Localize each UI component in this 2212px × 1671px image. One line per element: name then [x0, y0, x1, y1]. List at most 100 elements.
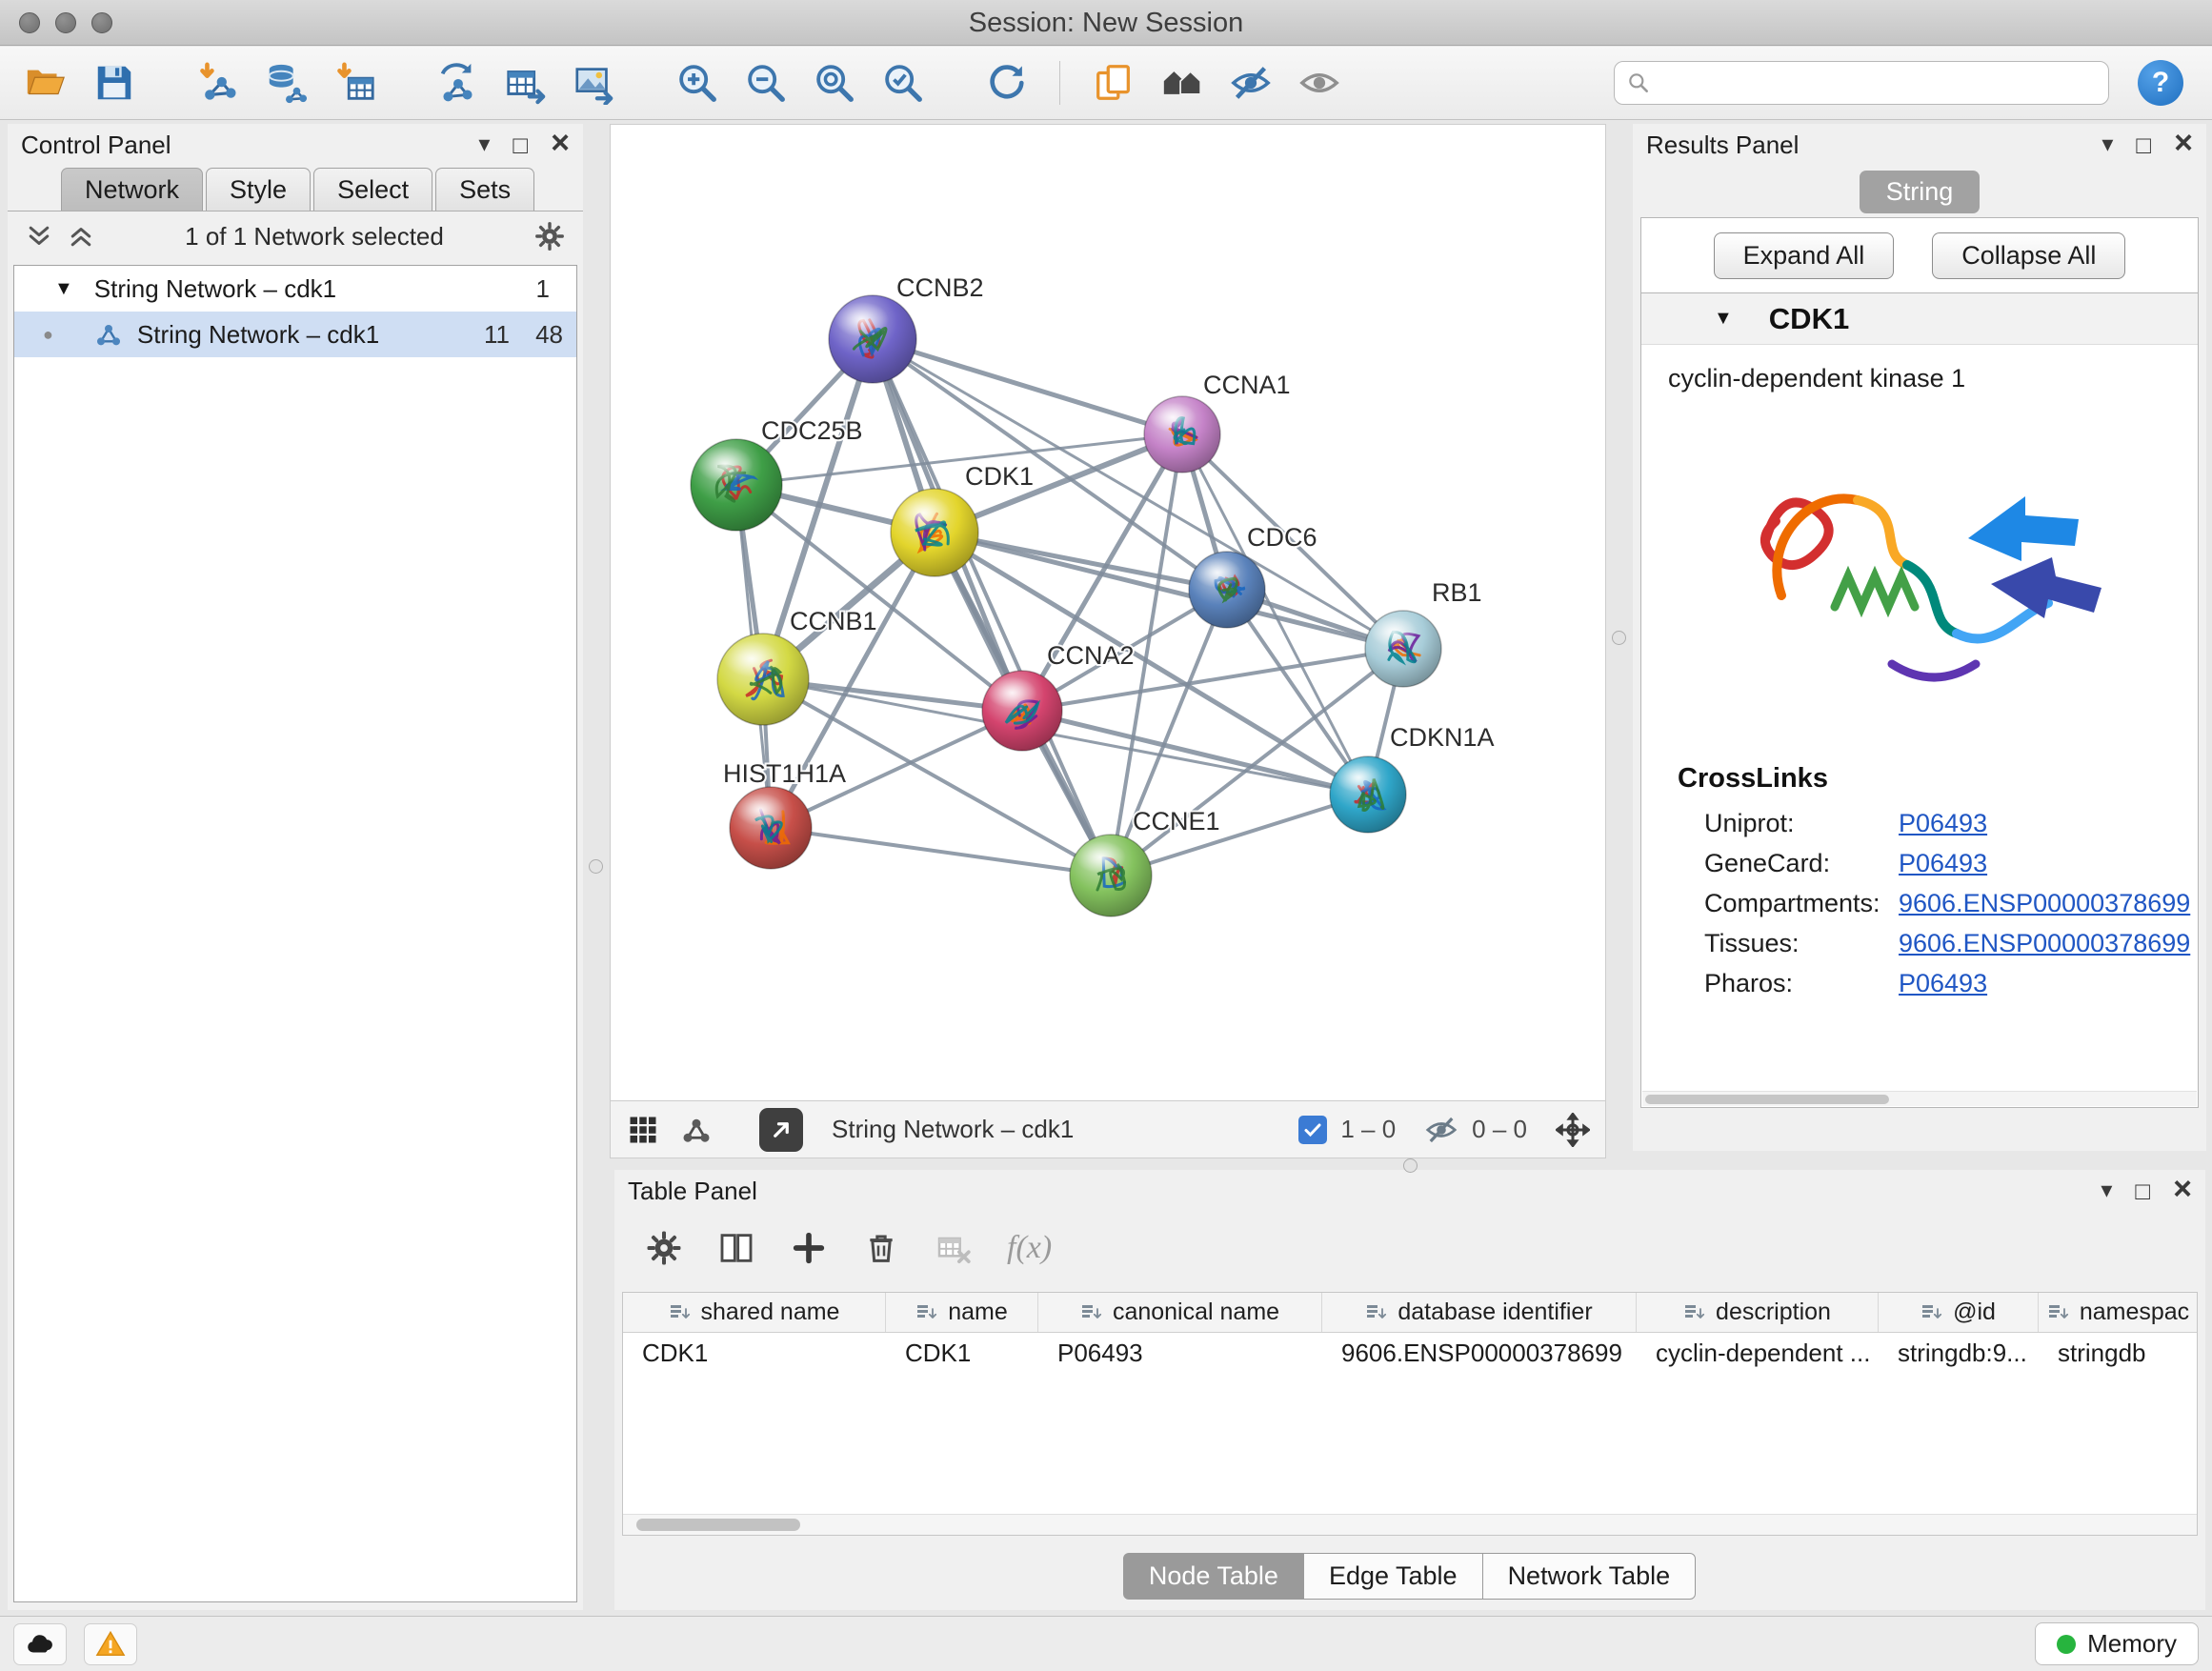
close-window-button[interactable]: [19, 12, 40, 33]
network-node-CCNB1[interactable]: CCNB1: [717, 607, 877, 725]
zoom-out-button[interactable]: [735, 53, 796, 112]
help-button[interactable]: ?: [2138, 60, 2183, 106]
tab-node-table[interactable]: Node Table: [1123, 1553, 1304, 1600]
memory-button[interactable]: Memory: [2035, 1622, 2199, 1665]
tab-select[interactable]: Select: [313, 168, 432, 211]
network-node-CCNA1[interactable]: CCNA1: [1144, 371, 1291, 473]
refresh-button[interactable]: [975, 53, 1036, 112]
expand-all-icon[interactable]: [67, 222, 95, 251]
horizontal-splitter-handle[interactable]: [1403, 1158, 1418, 1173]
column-header-description[interactable]: description: [1637, 1293, 1879, 1332]
network-options-gear-icon[interactable]: [533, 220, 566, 252]
import-table-button[interactable]: [324, 53, 385, 112]
collapse-all-button[interactable]: Collapse All: [1932, 232, 2125, 279]
export-image-button[interactable]: [564, 53, 625, 112]
network-node-CCNE1[interactable]: CCNE1: [1070, 807, 1220, 916]
results-hscrollbar[interactable]: [1642, 1091, 2197, 1106]
scrollbar-thumb[interactable]: [636, 1519, 800, 1531]
table-settings-gear-icon[interactable]: [645, 1229, 683, 1267]
warnings-button[interactable]: [84, 1623, 137, 1665]
vertical-splitter-handle[interactable]: [1612, 631, 1626, 645]
tab-network-table[interactable]: Network Table: [1482, 1553, 1697, 1600]
crosslink-value-link[interactable]: 9606.ENSP00000378699: [1899, 929, 2190, 958]
import-network-database-button[interactable]: [255, 53, 316, 112]
table-row[interactable]: CDK1CDK1P064939606.ENSP00000378699cyclin…: [623, 1333, 2197, 1373]
crosslink-value-link[interactable]: P06493: [1899, 969, 1987, 998]
tree-expander-icon[interactable]: ▼: [54, 278, 73, 300]
tab-network[interactable]: Network: [61, 168, 203, 211]
clone-network-button[interactable]: [427, 53, 488, 112]
save-session-button[interactable]: [84, 53, 145, 112]
export-view-button[interactable]: [759, 1108, 803, 1152]
crosslink-value-link[interactable]: P06493: [1899, 809, 1987, 838]
home-views-button[interactable]: [1152, 53, 1213, 112]
search-input[interactable]: [1659, 69, 2097, 98]
close-panel-icon[interactable]: ×: [551, 127, 570, 159]
float-panel-icon[interactable]: □: [513, 132, 528, 157]
network-node-CDK1[interactable]: CDK1: [891, 462, 1034, 576]
panel-menu-icon[interactable]: ▾: [2101, 1179, 2112, 1202]
column-header-shared-name[interactable]: shared name: [623, 1293, 886, 1332]
node-table[interactable]: shared namenamecanonical namedatabase id…: [622, 1292, 2198, 1536]
column-header-name[interactable]: name: [886, 1293, 1038, 1332]
close-panel-icon[interactable]: ×: [2174, 127, 2193, 159]
column-header-canonical-name[interactable]: canonical name: [1038, 1293, 1322, 1332]
panel-menu-icon[interactable]: ▾: [2101, 133, 2113, 156]
column-header--id[interactable]: @id: [1879, 1293, 2039, 1332]
import-network-file-button[interactable]: [187, 53, 248, 112]
export-table-button[interactable]: [495, 53, 556, 112]
selected-count: 1 – 0: [1340, 1115, 1396, 1144]
network-edge[interactable]: [873, 339, 1182, 434]
minimize-window-button[interactable]: [55, 12, 76, 33]
float-panel-icon[interactable]: □: [2135, 1178, 2150, 1203]
function-builder-button[interactable]: f(x): [1007, 1230, 1052, 1266]
protein-section-header[interactable]: ▼ CDK1: [1641, 293, 2198, 345]
tab-sets[interactable]: Sets: [435, 168, 534, 211]
hidden-eye-slash-icon[interactable]: [1424, 1113, 1458, 1147]
network-node-HIST1H1A[interactable]: HIST1H1A: [723, 759, 846, 869]
network-label: String Network – cdk1: [137, 320, 379, 350]
zoom-fit-button[interactable]: [804, 53, 865, 112]
float-panel-icon[interactable]: □: [2136, 132, 2151, 157]
add-column-icon[interactable]: [790, 1229, 828, 1267]
column-header-namespac[interactable]: namespac: [2039, 1293, 2198, 1332]
scrollbar-thumb[interactable]: [1645, 1095, 1889, 1104]
network-selection-row: 1 of 1 Network selected: [8, 211, 583, 261]
tab-string[interactable]: String: [1860, 171, 1981, 213]
zoom-selected-button[interactable]: [873, 53, 934, 112]
table-hscrollbar[interactable]: [623, 1514, 2197, 1535]
network-node-CDKN1A[interactable]: CDKN1A: [1330, 723, 1495, 833]
delete-column-icon[interactable]: [862, 1229, 900, 1267]
vertical-splitter-handle[interactable]: [589, 859, 603, 874]
selected-checkbox[interactable]: [1298, 1116, 1327, 1144]
copy-document-button[interactable]: [1083, 53, 1144, 112]
crosslink-value-link[interactable]: 9606.ENSP00000378699: [1899, 889, 2190, 918]
network-edge[interactable]: [1022, 711, 1368, 795]
tab-edge-table[interactable]: Edge Table: [1303, 1553, 1483, 1600]
close-panel-icon[interactable]: ×: [2173, 1173, 2192, 1205]
table-cell: CDK1: [623, 1333, 886, 1373]
panel-menu-icon[interactable]: ▾: [478, 133, 490, 156]
zoom-in-button[interactable]: [667, 53, 728, 112]
hide-graphics-details-button[interactable]: [1220, 53, 1281, 112]
collapse-all-icon[interactable]: [25, 222, 53, 251]
network-edge[interactable]: [873, 339, 1111, 876]
network-collection-row[interactable]: ▼ String Network – cdk1 1: [14, 266, 576, 312]
pan-crosshair-icon[interactable]: [1556, 1113, 1590, 1147]
network-row-selected[interactable]: ● String Network – cdk1 11 48: [14, 312, 576, 357]
tab-style[interactable]: Style: [206, 168, 311, 211]
cloud-button[interactable]: [13, 1623, 67, 1665]
section-expander-icon[interactable]: ▼: [1714, 308, 1733, 330]
network-overview-icon[interactable]: [679, 1113, 714, 1147]
network-edge[interactable]: [771, 828, 1111, 876]
birdseye-grid-icon[interactable]: [626, 1113, 660, 1147]
show-graphics-details-button[interactable]: [1289, 53, 1350, 112]
column-header-database-identifier[interactable]: database identifier: [1322, 1293, 1637, 1332]
show-columns-icon[interactable]: [717, 1229, 755, 1267]
network-canvas[interactable]: CCNB2CCNA1CDC25BCDK1CDC6RB1CCNB1CCNA2CDK…: [610, 124, 1606, 1158]
open-session-button[interactable]: [15, 53, 76, 112]
zoom-window-button[interactable]: [91, 12, 112, 33]
network-node-RB1[interactable]: RB1: [1365, 578, 1482, 687]
expand-all-button[interactable]: Expand All: [1714, 232, 1895, 279]
crosslink-value-link[interactable]: P06493: [1899, 849, 1987, 878]
